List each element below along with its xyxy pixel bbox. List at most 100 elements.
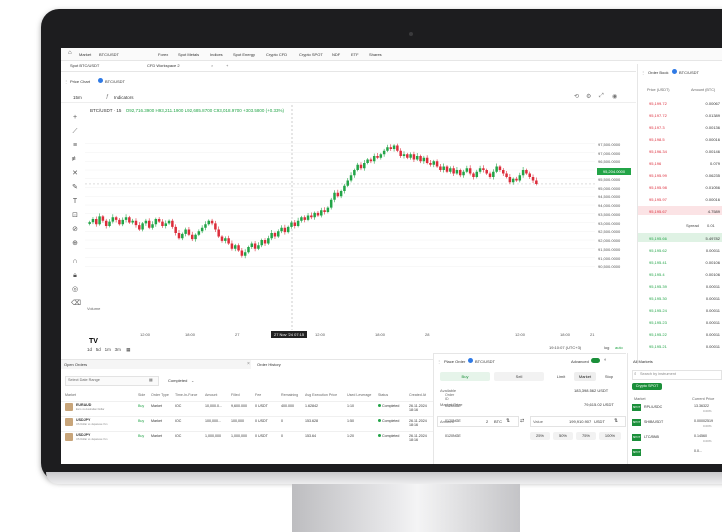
magnet-icon[interactable]: ∩ [71,258,79,266]
range-3m[interactable]: 3m [115,347,121,352]
settings-icon[interactable]: ⚙ [586,93,591,100]
ask-row[interactable]: 95,195.67 4.7589 [638,206,722,215]
ask-row[interactable]: 95,199.72 0.00067 [638,98,722,107]
range-1m[interactable]: 1m [105,347,111,352]
collapse-icon[interactable]: ◐ [604,357,607,363]
bid-row[interactable]: 95,195.30 0.00011 [638,293,722,302]
percent-75-button[interactable]: 75% [576,432,596,440]
ask-row[interactable]: 95,195.98 0.01056 [638,182,722,191]
sell-tab[interactable]: Sell [494,372,544,381]
order-book-symbol[interactable]: BTC/USDT [679,70,699,75]
chevron-down-icon[interactable]: ⌄ [191,378,194,383]
bid-row[interactable]: 95,195.4 0.00106 [638,269,722,278]
chart-symbol[interactable]: BTC/USDT [105,79,125,84]
order-type-stop[interactable]: Stop [598,372,620,381]
open-orders-tab[interactable] [61,360,251,369]
fullscreen-icon[interactable]: ⤢ [599,93,604,100]
place-order-symbol[interactable]: BTC/USDT [475,359,495,364]
table-row[interactable] [61,416,433,431]
stepper-icon[interactable]: ⇅ [506,418,510,424]
ask-row[interactable]: 95,196.34 0.00146 [638,146,722,155]
auto-toggle[interactable]: auto [615,345,623,350]
ask-row[interactable]: 95,197.72 0.01389 [638,110,722,119]
indicators-button[interactable]: Indicators [114,95,134,100]
bid-row[interactable]: 95,195.23 0.00011 [638,317,722,326]
swap-icon[interactable]: ⇄ [520,418,524,424]
advanced-toggle[interactable] [591,358,600,363]
percent-100-button[interactable]: 100% [599,432,621,440]
crypto-spot-chip[interactable]: Crypto SPOT [632,383,662,390]
drag-handle-icon[interactable]: ⋮ [641,70,645,75]
ask-row[interactable]: 95,196 0.079 [638,158,722,167]
status-filter[interactable]: Completed [168,378,187,383]
menu-spot-metals[interactable]: Spot Metals [178,52,199,57]
crosshair-icon[interactable]: + [71,114,79,122]
menu-crypto-cfd[interactable]: Crypto CFD [266,52,287,57]
candlestick-chart[interactable]: TV [85,105,635,345]
price-tick-label: 97,000.0000 [598,150,621,156]
menu-etf[interactable]: ETF [351,52,359,57]
candle [233,243,237,252]
text-icon[interactable]: T [71,198,79,206]
bid-row[interactable]: 95,195.24 0.00011 [638,305,722,314]
menu-indices[interactable]: Indices [210,52,223,57]
range-1d[interactable]: 1d [87,347,92,352]
order-history-tab[interactable]: Order History [257,362,281,367]
ask-row[interactable]: 95,195.99 0.06235 [638,170,722,179]
percent-50-button[interactable]: 50% [553,432,573,440]
lock-icon[interactable]: 🔒︎ [71,272,79,280]
add-tab-icon[interactable]: + [226,63,228,68]
candle [442,163,445,173]
visibility-icon[interactable]: ◎ [71,286,79,294]
tab-cfd-workspace[interactable]: CFD Workspace 2 [147,63,180,68]
brush-icon[interactable]: ✎ [71,184,79,192]
zoom-icon[interactable]: ⊕ [71,240,79,248]
order-type-limit[interactable]: Limit [550,372,572,381]
horizontal-lines-icon[interactable]: ≡ [71,142,79,150]
interval-selector[interactable]: 15m [73,95,82,100]
drag-handle-icon[interactable]: ⋮ [437,359,441,364]
range-5d[interactable]: 5d [96,347,101,352]
drag-handle-icon[interactable]: ⋮ [64,79,68,84]
ask-row[interactable]: 95,197.3 0.00136 [638,122,722,131]
fib-icon[interactable]: ≢ [71,156,79,164]
menu-shares[interactable]: Shares [369,52,382,57]
ask-amount: 0.01389 [705,113,720,118]
bid-row[interactable]: 95,195.66 5.49782 [638,233,722,242]
ruler-icon[interactable]: ⊘ [71,226,79,234]
close-icon[interactable]: × [247,361,250,367]
order-book: ⋮ Order Book BTC/USDT Price (USDT) Amoun… [637,64,722,364]
home-icon[interactable]: ⌂ [68,50,74,56]
menu-forex[interactable]: Forex [158,52,168,57]
indicators-icon[interactable]: ƒ [106,94,109,100]
bid-row[interactable]: 95,195.22 0.00011 [638,329,722,338]
stepper-icon[interactable]: ⇅ [614,418,618,424]
ask-row[interactable]: 95,198.5 0.00016 [638,134,722,143]
trash-icon[interactable]: ⌫ [71,300,81,308]
undo-icon[interactable]: ⟲ [574,93,579,100]
log-toggle[interactable]: log [604,345,609,350]
close-tab-icon[interactable]: × [211,63,213,68]
tab-spot-btc[interactable]: Spot BTC/USDT [70,63,99,68]
trend-line-icon[interactable]: ⟋ [71,128,79,136]
market-row[interactable] [628,447,722,461]
buy-tab[interactable]: Buy [440,372,490,381]
percent-25-button[interactable]: 25% [530,432,550,440]
market-ticker[interactable]: BTC/USDT [99,52,119,57]
camera-icon[interactable]: ◉ [612,93,617,100]
menu-spot-energy[interactable]: Spot Energy [233,52,255,57]
bid-row[interactable]: 95,195.21 0.00011 [638,341,722,350]
table-row[interactable] [61,401,433,416]
calendar-icon[interactable]: ▦ [149,377,153,382]
ask-row[interactable]: 95,195.97 0.00016 [638,194,722,203]
pattern-icon[interactable]: ✕ [71,170,79,178]
bid-row[interactable]: 95,195.39 0.00011 [638,281,722,290]
bid-row[interactable]: 95,195.62 0.00011 [638,245,722,254]
menu-ndf[interactable]: NDF [332,52,340,57]
table-row[interactable] [61,431,433,446]
menu-crypto-spot[interactable]: Crypto SPOT [299,52,323,57]
calendar-icon[interactable]: ▦ [126,347,130,352]
order-type-market[interactable]: Market [574,372,596,381]
bid-row[interactable]: 95,195.41 0.00106 [638,257,722,266]
measure-icon[interactable]: ⊡ [71,212,79,220]
